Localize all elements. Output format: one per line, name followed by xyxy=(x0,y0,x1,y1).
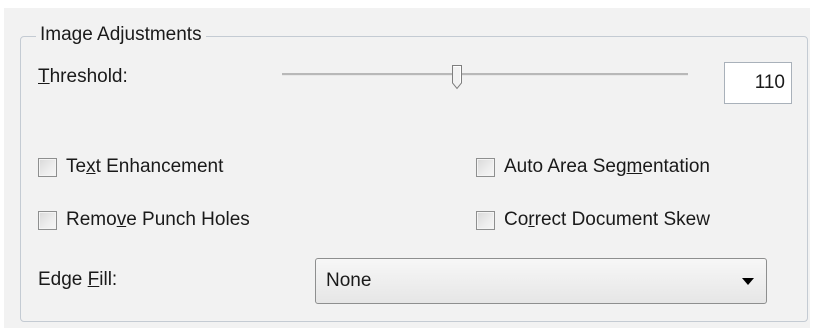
edge-fill-selected-value: None xyxy=(326,270,372,291)
threshold-label-mnemonic: T xyxy=(38,66,50,87)
correct-document-skew-label: Correct Document Skew xyxy=(504,209,710,230)
remove-punch-holes-label: Remove Punch Holes xyxy=(66,209,250,230)
threshold-label-rest: hreshold: xyxy=(49,66,128,87)
correct-document-skew-checkbox[interactable]: Correct Document Skew xyxy=(476,207,710,233)
dropdown-arrow-icon[interactable] xyxy=(730,259,766,303)
threshold-label: Threshold: xyxy=(38,64,128,90)
remove-punch-holes-checkbox[interactable]: Remove Punch Holes xyxy=(38,207,250,233)
text-enhancement-box[interactable] xyxy=(38,157,57,177)
auto-area-segmentation-label: Auto Area Segmentation xyxy=(504,156,710,177)
threshold-value-field[interactable]: 110 xyxy=(724,62,792,104)
edge-fill-dropdown[interactable]: None xyxy=(315,258,767,304)
correct-document-skew-box[interactable] xyxy=(476,210,495,230)
triangle-down-icon xyxy=(742,277,754,285)
threshold-slider-track[interactable] xyxy=(282,73,688,76)
threshold-slider-thumb[interactable] xyxy=(451,64,463,90)
group-title: Image Adjustments xyxy=(36,22,206,48)
edge-fill-label: Edge Fill: xyxy=(38,269,118,290)
auto-area-segmentation-checkbox[interactable]: Auto Area Segmentation xyxy=(476,154,710,180)
text-enhancement-checkbox[interactable]: Text Enhancement xyxy=(38,154,223,180)
slider-thumb-icon xyxy=(452,65,462,90)
remove-punch-holes-box[interactable] xyxy=(38,210,57,230)
text-enhancement-label: Text Enhancement xyxy=(66,156,224,177)
auto-area-segmentation-box[interactable] xyxy=(476,157,495,177)
